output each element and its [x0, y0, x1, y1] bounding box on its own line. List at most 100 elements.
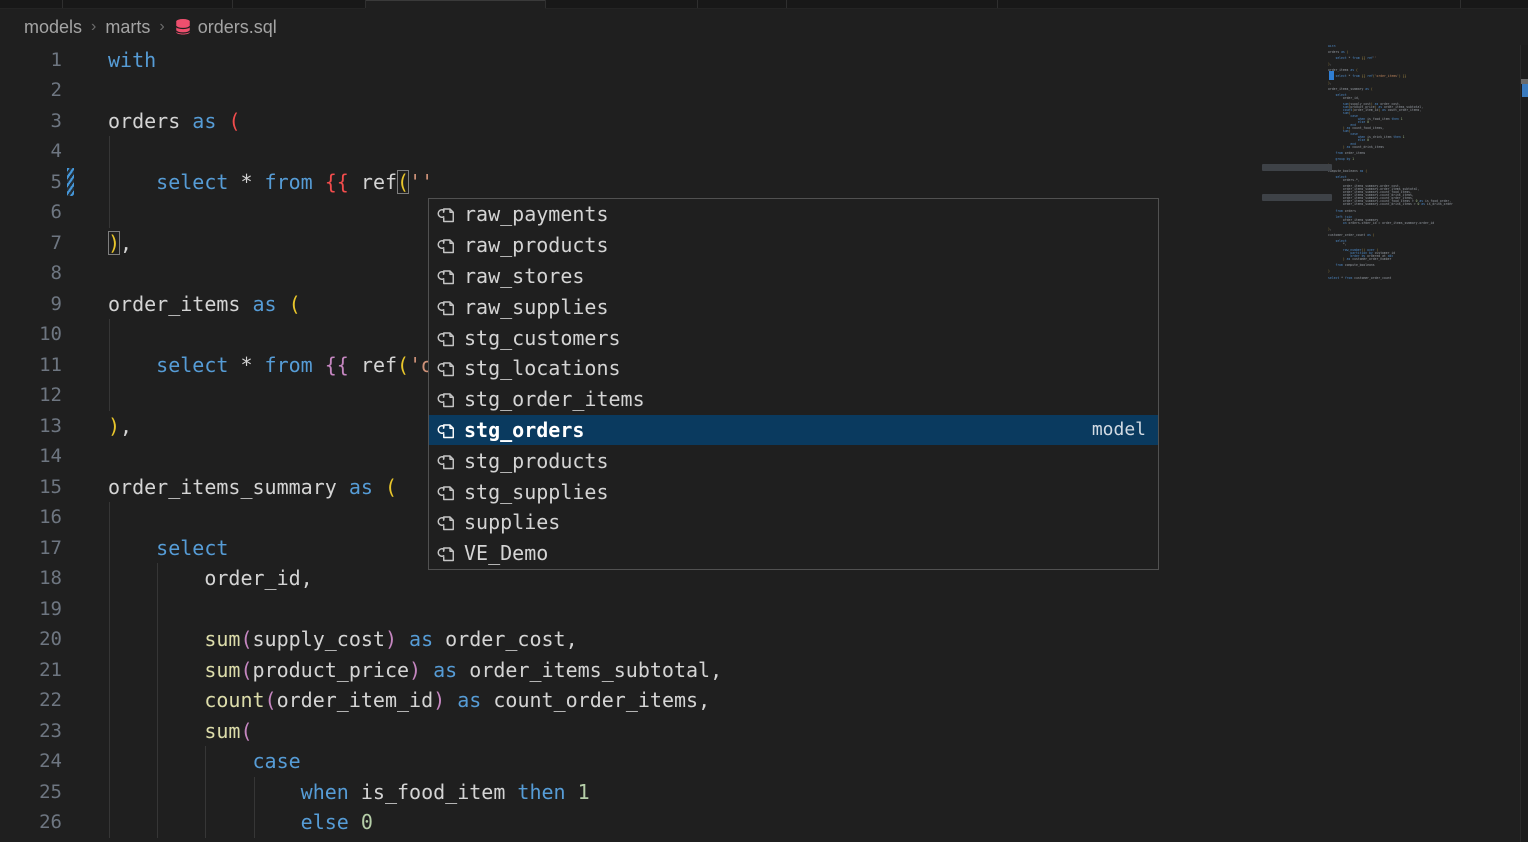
ruler-mark-blue — [1522, 84, 1528, 97]
suggestion-item[interactable]: raw_stores — [429, 261, 1158, 292]
code-text: select — [108, 533, 228, 564]
tab-divider — [697, 0, 698, 8]
minimap[interactable]: withorders as ( select * from {{ ref''),… — [1328, 45, 1520, 842]
code-text: count(order_item_id) as count_order_item… — [108, 685, 710, 716]
code-line[interactable]: 22 count(order_item_id) as count_order_i… — [0, 685, 1328, 716]
tab-divider — [365, 0, 366, 8]
suggestion-item[interactable]: VE_Demo — [429, 538, 1158, 569]
code-line[interactable]: 1 with — [0, 45, 1328, 76]
code-line[interactable]: 19 — [0, 594, 1328, 625]
line-number: 8 — [0, 258, 62, 289]
suggestion-item[interactable]: stg_orders model — [429, 415, 1158, 446]
modified-line-indicator — [67, 168, 74, 196]
suggestion-item[interactable]: supplies — [429, 507, 1158, 538]
line-number: 16 — [0, 502, 62, 533]
breadcrumb-item-marts[interactable]: marts — [105, 17, 150, 38]
tab-active[interactable] — [365, 0, 545, 9]
suggestion-label: raw_supplies — [464, 295, 609, 319]
reference-icon — [436, 388, 458, 410]
code-line[interactable]: 5 select * from {{ ref('' — [0, 167, 1328, 198]
code-line[interactable]: 3 orders as ( — [0, 106, 1328, 137]
suggestion-item[interactable]: raw_products — [429, 230, 1158, 261]
code-text: when is_food_item then 1 — [108, 777, 590, 808]
overview-ruler[interactable] — [1520, 45, 1528, 842]
code-line[interactable]: 25 when is_food_item then 1 — [0, 777, 1328, 808]
suggestion-label: stg_customers — [464, 326, 621, 350]
suggestion-label: raw_payments — [464, 202, 609, 226]
line-number: 18 — [0, 563, 62, 594]
editor-window: models › marts › orders.sql 1 with 23 order… — [0, 0, 1528, 842]
autocomplete-dropdown[interactable]: raw_payments raw_productsraw_stores raw_su… — [428, 198, 1159, 570]
reference-icon — [436, 481, 458, 503]
tab-divider — [545, 0, 546, 8]
chevron-right-icon: › — [159, 18, 164, 36]
chevron-right-icon: › — [91, 18, 96, 36]
line-number: 5 — [0, 167, 62, 198]
line-number: 19 — [0, 594, 62, 625]
code-text: ), — [108, 411, 132, 442]
tab-bar[interactable] — [0, 0, 1528, 9]
code-text: with — [108, 45, 156, 76]
tab-divider — [997, 0, 998, 8]
suggestion-label: stg_orders — [464, 418, 584, 442]
minimap-line: select * from customer_order_count — [1328, 277, 1520, 280]
line-number: 24 — [0, 746, 62, 777]
line-number: 6 — [0, 197, 62, 228]
line-number: 2 — [0, 75, 62, 106]
line-number: 15 — [0, 472, 62, 503]
reference-icon — [436, 357, 458, 379]
suggestion-item[interactable]: raw_supplies — [429, 291, 1158, 322]
suggestion-item[interactable]: stg_supplies — [429, 476, 1158, 507]
indent-guide — [254, 777, 255, 838]
code-line[interactable]: 4 — [0, 136, 1328, 167]
suggestion-item[interactable]: stg_locations — [429, 353, 1158, 384]
code-line[interactable]: 24 case — [0, 746, 1328, 777]
code-line[interactable]: 20 sum(supply_cost) as order_cost, — [0, 624, 1328, 655]
suggestion-item[interactable]: raw_payments — [429, 199, 1158, 230]
suggestion-label: stg_locations — [464, 356, 621, 380]
line-number: 22 — [0, 685, 62, 716]
code-text: else 0 — [108, 807, 373, 838]
breadcrumb-item-file[interactable]: orders.sql — [174, 17, 277, 38]
code-text: sum( — [108, 716, 253, 747]
line-number: 12 — [0, 380, 62, 411]
code-text: orders as ( — [108, 106, 240, 137]
line-number: 20 — [0, 624, 62, 655]
suggestion-detail: model — [1092, 419, 1146, 440]
line-number: 9 — [0, 289, 62, 320]
suggestion-item[interactable]: stg_order_items — [429, 384, 1158, 415]
indent-guide — [109, 502, 110, 838]
code-text: sum(supply_cost) as order_cost, — [108, 624, 578, 655]
line-number: 23 — [0, 716, 62, 747]
indent-guide — [109, 319, 110, 411]
breadcrumb-item-models[interactable]: models — [24, 17, 82, 38]
suggestion-label: stg_products — [464, 449, 609, 473]
reference-icon — [436, 265, 458, 287]
line-number: 11 — [0, 350, 62, 381]
tab-divider — [786, 0, 787, 8]
suggestion-item[interactable]: stg_customers — [429, 322, 1158, 353]
line-number: 1 — [0, 45, 62, 76]
line-number: 3 — [0, 106, 62, 137]
decoration-dash — [1262, 194, 1332, 201]
code-line[interactable]: 21 sum(product_price) as order_items_sub… — [0, 655, 1328, 686]
line-number: 26 — [0, 807, 62, 838]
breadcrumb: models › marts › orders.sql — [24, 14, 277, 40]
suggestion-label: stg_order_items — [464, 387, 645, 411]
decoration-dash — [1262, 164, 1332, 171]
suggestion-item[interactable]: stg_products — [429, 445, 1158, 476]
code-line[interactable]: 2 — [0, 75, 1328, 106]
line-number: 4 — [0, 136, 62, 167]
suggestion-label: VE_Demo — [464, 541, 548, 565]
line-number: 10 — [0, 319, 62, 350]
code-line[interactable]: 23 sum( — [0, 716, 1328, 747]
reference-icon — [436, 203, 458, 225]
line-number: 13 — [0, 411, 62, 442]
code-text: order_items_summary as ( — [108, 472, 397, 503]
code-text: order_id, — [108, 563, 313, 594]
database-icon — [174, 18, 192, 36]
minimap-modified-marker — [1329, 71, 1334, 80]
suggestion-label: supplies — [464, 510, 560, 534]
code-line[interactable]: 26 else 0 — [0, 807, 1328, 838]
code-text: case — [108, 746, 301, 777]
